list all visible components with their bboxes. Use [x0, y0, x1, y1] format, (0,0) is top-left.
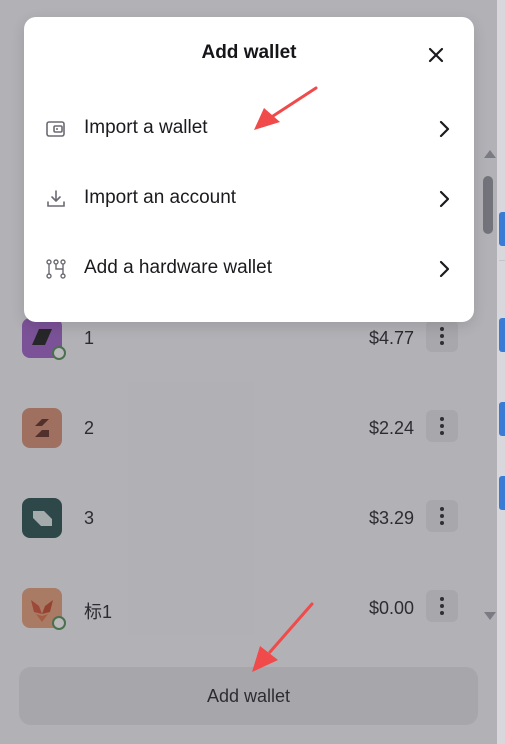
- background-tab: [499, 212, 505, 246]
- download-icon: [47, 190, 65, 207]
- hardware-wallet-icon: [46, 259, 66, 279]
- chevron-right-icon: [439, 190, 450, 208]
- option-label: Import an account: [84, 187, 237, 208]
- add-wallet-dialog: Add wallet Import a wallet Import an acc…: [24, 17, 474, 322]
- close-button[interactable]: [422, 41, 450, 69]
- import-account-option[interactable]: Import an account: [24, 167, 474, 227]
- add-hardware-wallet-option[interactable]: Add a hardware wallet: [24, 237, 474, 297]
- annotation-arrow-icon: [252, 602, 314, 672]
- option-label: Add a hardware wallet: [84, 257, 272, 278]
- option-label: Import a wallet: [84, 117, 208, 138]
- background-tab: [499, 318, 505, 352]
- dialog-title: Add wallet: [201, 42, 297, 63]
- close-icon: [428, 47, 444, 63]
- background-tab: [499, 476, 505, 510]
- background-tab: [499, 402, 505, 436]
- wallet-icon: [46, 121, 65, 137]
- annotation-arrow-icon: [254, 86, 318, 130]
- chevron-right-icon: [439, 120, 450, 138]
- background-window-edge: [497, 0, 505, 744]
- background-divider: [499, 260, 505, 261]
- chevron-right-icon: [439, 260, 450, 278]
